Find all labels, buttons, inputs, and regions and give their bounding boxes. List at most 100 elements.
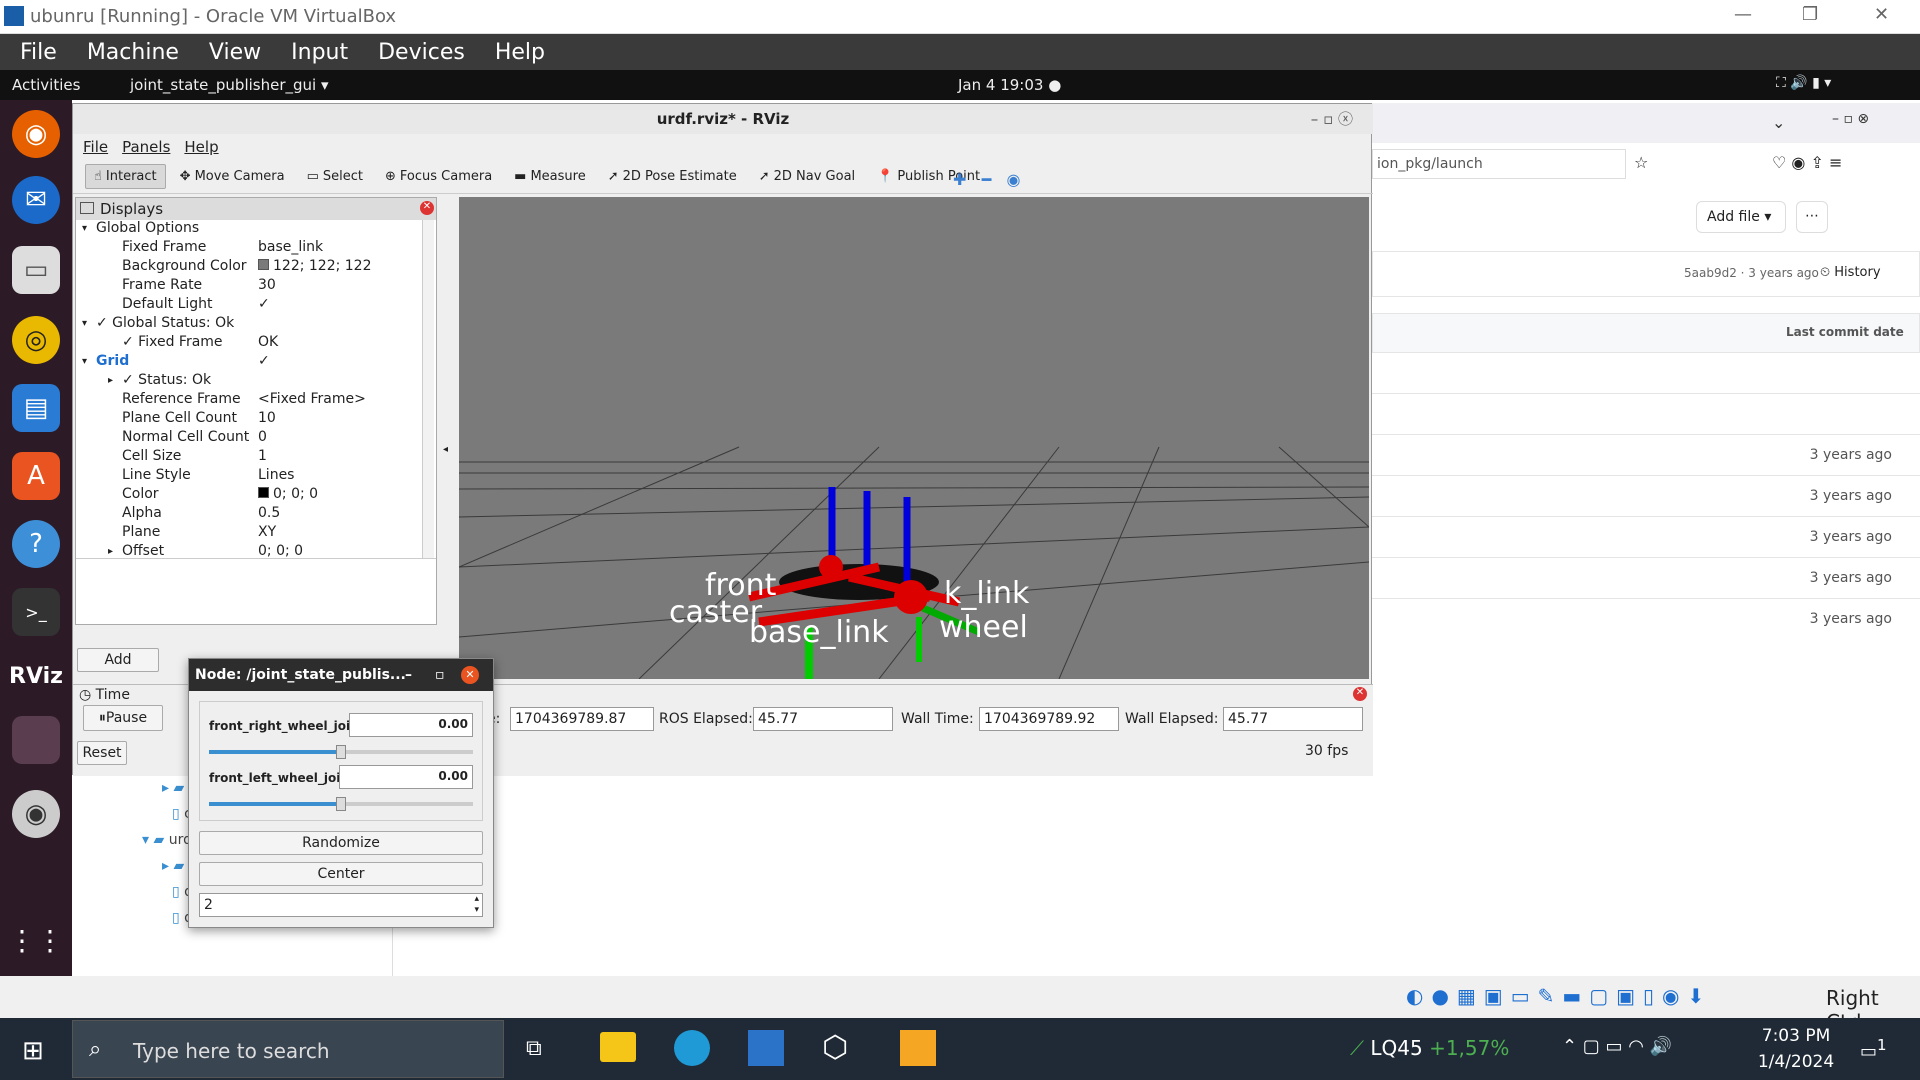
files-icon[interactable]: ▭ bbox=[12, 246, 60, 294]
joint-value-field[interactable]: 0.00 bbox=[349, 713, 473, 737]
rhythmbox-icon[interactable]: ◎ bbox=[12, 316, 60, 364]
tree-row[interactable]: ▾ ✓ Global Status: Ok bbox=[76, 315, 422, 334]
property-value[interactable]: 122; 122; 122 bbox=[258, 258, 372, 274]
software-icon[interactable]: A bbox=[12, 452, 60, 500]
ros-time-field[interactable]: 1704369789.87 bbox=[510, 707, 654, 731]
file-row[interactable]: 3 years ago bbox=[1372, 598, 1920, 639]
tool-2d-nav-goal[interactable]: ➚ 2D Nav Goal bbox=[751, 165, 863, 188]
vb-menu-item[interactable]: Input bbox=[291, 40, 348, 65]
tool-move-camera[interactable]: ✥ Move Camera bbox=[172, 165, 293, 188]
ros-elapsed-field[interactable]: 45.77 bbox=[753, 707, 893, 731]
tray-icons[interactable]: ⌃ ▢ ▭ ◠ 🔊 bbox=[1562, 1036, 1672, 1057]
file-row[interactable] bbox=[1372, 393, 1920, 434]
expand-open-icon[interactable]: ▾ bbox=[82, 223, 87, 234]
rviz-menu-item[interactable]: Help bbox=[184, 138, 218, 156]
system-tray-icons[interactable]: ⛶ 🔊 ▮ ▾ bbox=[1776, 75, 1831, 91]
browser-controls[interactable]: – ▫ ⊗ bbox=[1832, 111, 1869, 127]
3d-scene[interactable]: front caster base_link k_link wheel bbox=[459, 197, 1369, 679]
property-value[interactable]: base_link bbox=[258, 239, 323, 255]
activities-button[interactable]: Activities bbox=[12, 76, 80, 94]
app-grid-icon[interactable]: ⋮⋮ bbox=[8, 916, 64, 964]
property-value[interactable]: XY bbox=[258, 524, 276, 540]
vb-menu-item[interactable]: File bbox=[20, 40, 57, 65]
thunderbird-icon[interactable]: ✉ bbox=[12, 176, 60, 224]
tree-row[interactable]: Plane Cell Count 10 bbox=[76, 410, 422, 429]
writer-icon[interactable]: ▤ bbox=[12, 384, 60, 432]
chevron-down-icon[interactable]: ⌄ bbox=[1772, 113, 1785, 132]
joint-slider-handle[interactable] bbox=[336, 745, 346, 759]
stock-widget[interactable]: ⟋ LQ45 +1,57% bbox=[1350, 1036, 1509, 1060]
file-row[interactable]: 3 years ago bbox=[1372, 475, 1920, 516]
file-explorer-icon[interactable] bbox=[600, 1032, 636, 1062]
property-value[interactable]: 10 bbox=[258, 410, 276, 426]
terminal-icon[interactable]: >_ bbox=[12, 588, 60, 636]
property-value[interactable]: 0.5 bbox=[258, 505, 280, 521]
property-value[interactable]: ✓ bbox=[258, 296, 270, 312]
vb-menu-item[interactable]: Devices bbox=[378, 40, 465, 65]
rviz-window-controls[interactable]: – ▫ ⓧ bbox=[1311, 104, 1353, 134]
close-panel-icon[interactable]: ✕ bbox=[420, 201, 434, 215]
toolbar-extra-icons[interactable]: ✚ ━ ◉ bbox=[953, 170, 1021, 189]
tree-row[interactable]: Default Light ✓ bbox=[76, 296, 422, 315]
tree-row[interactable]: Plane XY bbox=[76, 524, 422, 543]
vb-menu-item[interactable]: Machine bbox=[87, 40, 179, 65]
tool-select[interactable]: ▭ Select bbox=[299, 165, 371, 188]
close-icon[interactable]: ✕ bbox=[1874, 4, 1889, 25]
tree-row[interactable]: Cell Size 1 bbox=[76, 448, 422, 467]
task-view-icon[interactable]: ⧉ bbox=[526, 1036, 542, 1061]
app-menu[interactable]: joint_state_publisher_gui ▾ bbox=[130, 76, 329, 94]
property-value[interactable]: 0 bbox=[258, 429, 267, 445]
tree-row[interactable]: Normal Cell Count 0 bbox=[76, 429, 422, 448]
python-icon[interactable] bbox=[900, 1030, 936, 1066]
active-window-icon[interactable] bbox=[12, 716, 60, 764]
tool-measure[interactable]: ▬ Measure bbox=[506, 165, 594, 188]
scrollbar[interactable] bbox=[422, 220, 434, 558]
tree-row[interactable]: Alpha 0.5 bbox=[76, 505, 422, 524]
tool-focus-camera[interactable]: ⊕ Focus Camera bbox=[377, 165, 500, 188]
wall-time-field[interactable]: 1704369789.92 bbox=[979, 707, 1119, 731]
tree-row[interactable]: Reference Frame <Fixed Frame> bbox=[76, 391, 422, 410]
tray-clock[interactable]: 7:03 PM 1/4/2024 bbox=[1756, 1026, 1836, 1072]
rviz-icon[interactable]: RViz bbox=[9, 652, 63, 700]
property-value[interactable]: Lines bbox=[258, 467, 294, 483]
3d-viewport[interactable]: front caster base_link k_link wheel bbox=[459, 197, 1369, 679]
tree-row[interactable]: ✓ Fixed Frame OK bbox=[76, 334, 422, 353]
jsp-maximize[interactable]: ▫ bbox=[435, 659, 445, 691]
file-row[interactable]: 3 years ago bbox=[1372, 557, 1920, 598]
close-time-icon[interactable]: ✕ bbox=[1353, 687, 1367, 701]
spinbox[interactable]: 2 ▴ ▾ bbox=[199, 893, 483, 917]
vb-status-icons[interactable]: ◐●▦▣▭✎▬▢▣▯◉⬇ bbox=[1406, 984, 1712, 1008]
rviz-menu-item[interactable]: Panels bbox=[122, 138, 170, 156]
randomize-button[interactable]: Randomize bbox=[199, 831, 483, 855]
history-link[interactable]: ⏲ History bbox=[1820, 265, 1881, 280]
star-icon[interactable]: ☆ bbox=[1634, 153, 1648, 172]
jsp-close-icon[interactable]: ✕ bbox=[461, 666, 479, 684]
joint-slider-handle[interactable] bbox=[336, 797, 346, 811]
wall-elapsed-field[interactable]: 45.77 bbox=[1223, 707, 1363, 731]
jsp-minimize[interactable]: – bbox=[405, 659, 412, 691]
property-value[interactable]: 1 bbox=[258, 448, 267, 464]
add-file-button[interactable]: Add file ▾ bbox=[1696, 201, 1786, 233]
expand-closed-icon[interactable]: ▸ bbox=[108, 546, 113, 557]
reset-button[interactable]: Reset bbox=[77, 741, 127, 765]
property-value[interactable]: <Fixed Frame> bbox=[258, 391, 366, 407]
edge-icon[interactable] bbox=[674, 1030, 710, 1066]
property-value[interactable]: ✓ bbox=[258, 353, 270, 369]
vb-menu-item[interactable]: Help bbox=[495, 40, 545, 65]
property-value[interactable]: 0; 0; 0 bbox=[258, 486, 318, 502]
property-value[interactable]: 30 bbox=[258, 277, 276, 293]
notification-icon[interactable]: ▭1 bbox=[1860, 1036, 1887, 1062]
file-row[interactable]: 3 years ago bbox=[1372, 434, 1920, 475]
minimize-icon[interactable]: — bbox=[1734, 4, 1752, 25]
expand-open-icon[interactable]: ▾ bbox=[82, 318, 87, 329]
virtualbox-task-icon[interactable]: ⬡ bbox=[822, 1030, 848, 1065]
tree-row[interactable]: ▸ ✓ Status: Ok bbox=[76, 372, 422, 391]
more-icon[interactable]: ⋯ bbox=[1796, 201, 1828, 233]
joint-value-field[interactable]: 0.00 bbox=[339, 765, 473, 789]
file-row[interactable]: 3 years ago bbox=[1372, 516, 1920, 557]
search-box[interactable]: ⌕ Type here to search bbox=[72, 1020, 504, 1078]
tree-row[interactable]: Background Color 122; 122; 122 bbox=[76, 258, 422, 277]
rviz-menu-item[interactable]: File bbox=[83, 138, 108, 156]
expand-closed-icon[interactable]: ▸ bbox=[108, 375, 113, 386]
tree-row[interactable]: Color 0; 0; 0 bbox=[76, 486, 422, 505]
